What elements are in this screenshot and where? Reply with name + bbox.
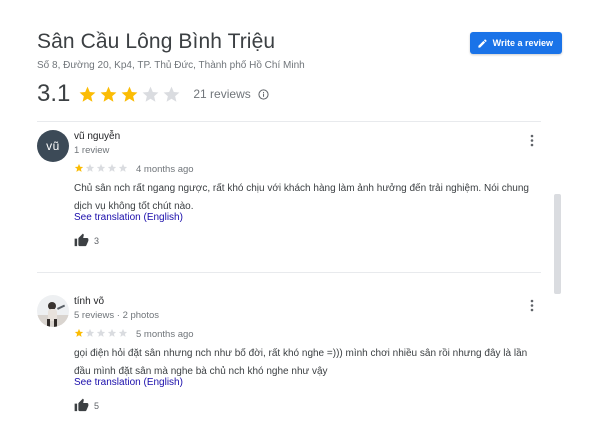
divider xyxy=(37,272,541,273)
star-empty-icon xyxy=(107,328,117,337)
like-count: 3 xyxy=(94,235,100,246)
reviewer-name[interactable]: tính võ xyxy=(74,296,104,307)
review-card: vũ vũ nguyễn 1 review 4 months ago Chủ s… xyxy=(37,130,540,270)
star-filled-icon xyxy=(121,86,138,102)
review-card: tính võ 5 reviews · 2 photos 5 months ag… xyxy=(37,295,540,425)
avatar[interactable]: vũ xyxy=(37,130,69,162)
thumb-up-icon xyxy=(74,398,89,412)
star-empty-icon xyxy=(96,163,106,172)
reviewer-meta: 1 review xyxy=(74,145,110,156)
reviewer-name[interactable]: vũ nguyễn xyxy=(74,131,120,142)
see-translation-link[interactable]: See translation (English) xyxy=(74,212,183,223)
review-text: gọi điện hỏi đặt sân nhưng nch như bố đờ… xyxy=(74,348,528,377)
review-count[interactable]: 21 reviews xyxy=(193,87,250,101)
see-translation-link[interactable]: See translation (English) xyxy=(74,377,183,388)
more-vert-icon xyxy=(530,134,534,146)
like-button[interactable]: 5 xyxy=(74,398,99,413)
more-vert-icon xyxy=(530,299,534,311)
review-stars xyxy=(74,325,128,343)
star-empty-icon xyxy=(96,328,106,337)
scrollbar-thumb[interactable] xyxy=(554,194,561,294)
like-button[interactable]: 3 xyxy=(74,233,99,248)
star-empty-icon xyxy=(163,86,180,102)
star-filled-icon xyxy=(79,86,96,102)
more-options-button[interactable] xyxy=(524,132,540,148)
pencil-icon xyxy=(478,38,487,48)
star-empty-icon xyxy=(118,328,128,337)
review-stars xyxy=(74,160,128,178)
reviewer-meta: 5 reviews · 2 photos xyxy=(74,310,160,321)
write-review-button[interactable]: Write a review xyxy=(469,32,562,54)
review-date: 4 months ago xyxy=(136,163,194,175)
place-address: Số 8, Đường 20, Kp4, TP. Thủ Đức, Thành … xyxy=(37,60,305,71)
rating-summary: 3.1 21 reviews xyxy=(37,80,269,108)
star-filled-icon xyxy=(100,86,117,102)
info-icon[interactable] xyxy=(258,88,269,100)
thumb-up-icon xyxy=(74,233,89,247)
star-empty-icon xyxy=(85,163,95,172)
star-filled-icon xyxy=(74,328,84,337)
divider xyxy=(37,121,541,122)
review-text: Chủ sân nch rất ngang ngược, rất khó chị… xyxy=(74,183,529,212)
summary-stars xyxy=(78,85,181,104)
more-options-button[interactable] xyxy=(524,297,540,313)
avatar[interactable] xyxy=(37,295,69,327)
place-header: Sân Cầu Lông Bình Triệu Số 8, Đường 20, … xyxy=(37,30,562,71)
star-empty-icon xyxy=(142,86,159,102)
star-empty-icon xyxy=(107,163,117,172)
star-empty-icon xyxy=(118,163,128,172)
write-review-label: Write a review xyxy=(492,38,553,48)
review-date: 5 months ago xyxy=(136,328,194,340)
like-count: 5 xyxy=(94,400,100,411)
star-empty-icon xyxy=(85,328,95,337)
review-rating: 5 months ago xyxy=(74,325,194,343)
star-filled-icon xyxy=(74,163,84,172)
rating-score: 3.1 xyxy=(37,80,71,107)
review-rating: 4 months ago xyxy=(74,160,194,178)
